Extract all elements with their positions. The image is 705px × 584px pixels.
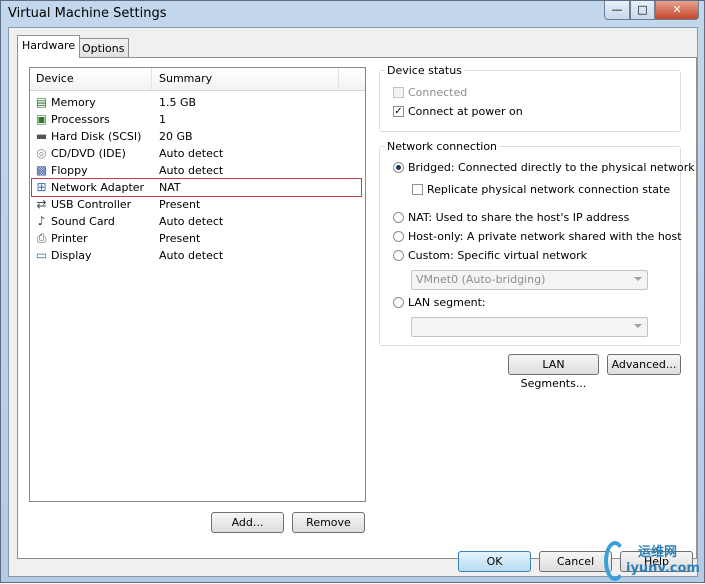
list-item-hard-disk[interactable]: ▬ Hard Disk (SCSI) 20 GB [32,128,361,145]
connected-label: Connected [408,86,468,99]
settings-window: Virtual Machine Settings — □ ✕ Hardware … [0,0,705,583]
cancel-button[interactable]: Cancel [539,551,612,572]
host-only-radio[interactable] [393,231,404,242]
lan-segment-radio[interactable] [393,297,404,308]
nat-radio[interactable] [393,212,404,223]
cd-dvd-icon: ◎ [36,146,47,160]
list-item-usb-controller[interactable]: ⇄ USB Controller Present [32,196,361,213]
printer-icon: ⎙ [36,231,47,245]
lan-segments-button[interactable]: LAN Segments... [508,354,599,390]
vmnet-select[interactable]: VMnet0 (Auto-bridging) [411,270,648,290]
watermark-logo-icon [604,541,626,581]
tab-options[interactable]: Options [77,38,130,58]
lan-segment-select[interactable] [411,317,648,337]
device-name: USB Controller [51,198,132,211]
device-list-header: Device Summary [30,68,365,91]
list-item-memory[interactable]: ▤ Memory 1.5 GB [32,94,361,111]
ok-button[interactable]: OK [458,551,531,572]
watermark-line1: 运维网 [638,545,678,560]
floppy-icon: ▩ [35,163,48,177]
client-area: Hardware Options Device Summary ▤ Memory… [8,27,698,577]
advanced-button[interactable]: Advanced... [607,354,681,375]
device-list[interactable]: Device Summary ▤ Memory 1.5 GB ▣ Process… [29,67,366,502]
host-only-label: Host-only: A private network shared with… [408,230,682,243]
device-summary: Auto detect [159,147,224,160]
connect-at-power-on-checkbox[interactable]: ✓ [393,106,404,117]
hardware-panel: Device Summary ▤ Memory 1.5 GB ▣ Process… [17,57,697,559]
device-summary: NAT [159,181,181,194]
device-name: Display [51,249,92,262]
sound-card-icon: ♪ [37,214,46,228]
list-item-cd-dvd[interactable]: ◎ CD/DVD (IDE) Auto detect [32,145,361,162]
network-adapter-icon: ⊞ [36,180,47,194]
bridged-label: Bridged: Connected directly to the physi… [408,161,695,174]
device-name: Memory [51,96,96,109]
device-summary: Auto detect [159,215,224,228]
close-button[interactable]: ✕ [655,1,699,20]
tab-hardware[interactable]: Hardware [17,35,81,58]
display-icon: ▭ [35,248,48,262]
chevron-down-icon [634,277,642,281]
device-name: Printer [51,232,88,245]
processor-icon: ▣ [35,112,48,126]
device-summary: Auto detect [159,249,224,262]
bridged-radio[interactable] [393,162,404,173]
column-device[interactable]: Device [36,72,74,85]
column-summary[interactable]: Summary [159,72,212,85]
replicate-checkbox[interactable] [412,184,423,195]
list-item-processors[interactable]: ▣ Processors 1 [32,111,361,128]
vmnet-select-value: VMnet0 (Auto-bridging) [416,273,546,286]
device-status-title: Device status [385,64,464,77]
connected-checkbox[interactable] [393,87,404,98]
connect-at-power-on-label: Connect at power on [408,105,523,118]
network-connection-group: Network connection Bridged: Connected di… [379,140,695,346]
device-summary: Auto detect [159,164,224,177]
device-summary: Present [159,198,201,211]
add-button[interactable]: Add... [211,512,284,533]
device-summary: 1 [159,113,166,126]
window-title: Virtual Machine Settings [8,6,167,21]
device-name: Network Adapter [51,181,145,194]
hard-disk-icon: ▬ [35,129,48,143]
device-name: CD/DVD (IDE) [51,147,126,160]
device-name: Floppy [51,164,88,177]
memory-icon: ▤ [35,95,48,109]
site-watermark: 运维网 iyunv.com [604,539,704,584]
list-item-network-adapter[interactable]: ⊞ Network Adapter NAT [31,178,362,197]
list-item-display[interactable]: ▭ Display Auto detect [32,247,361,264]
minimize-button[interactable]: — [604,1,630,20]
device-name: Sound Card [51,215,115,228]
usb-icon: ⇄ [36,197,47,211]
list-item-printer[interactable]: ⎙ Printer Present [32,230,361,247]
replicate-label: Replicate physical network connection st… [427,183,671,196]
custom-label: Custom: Specific virtual network [408,249,587,262]
network-connection-title: Network connection [385,140,500,153]
nat-label: NAT: Used to share the host's IP address [408,211,630,224]
device-status-group: Device status Connected ✓ Connect at pow… [379,64,681,132]
remove-button[interactable]: Remove [292,512,365,533]
title-bar[interactable]: Virtual Machine Settings — □ ✕ [1,1,704,27]
list-item-floppy[interactable]: ▩ Floppy Auto detect [32,162,361,179]
device-summary: Present [159,232,201,245]
device-summary: 20 GB [159,130,193,143]
custom-radio[interactable] [393,250,404,261]
lan-segment-label: LAN segment: [408,296,486,309]
device-name: Processors [51,113,110,126]
device-name: Hard Disk (SCSI) [51,130,142,143]
watermark-line2: iyunv.com [626,561,700,576]
device-summary: 1.5 GB [159,96,197,109]
chevron-down-icon [634,324,642,328]
list-item-sound-card[interactable]: ♪ Sound Card Auto detect [32,213,361,230]
maximize-button[interactable]: □ [630,1,655,20]
